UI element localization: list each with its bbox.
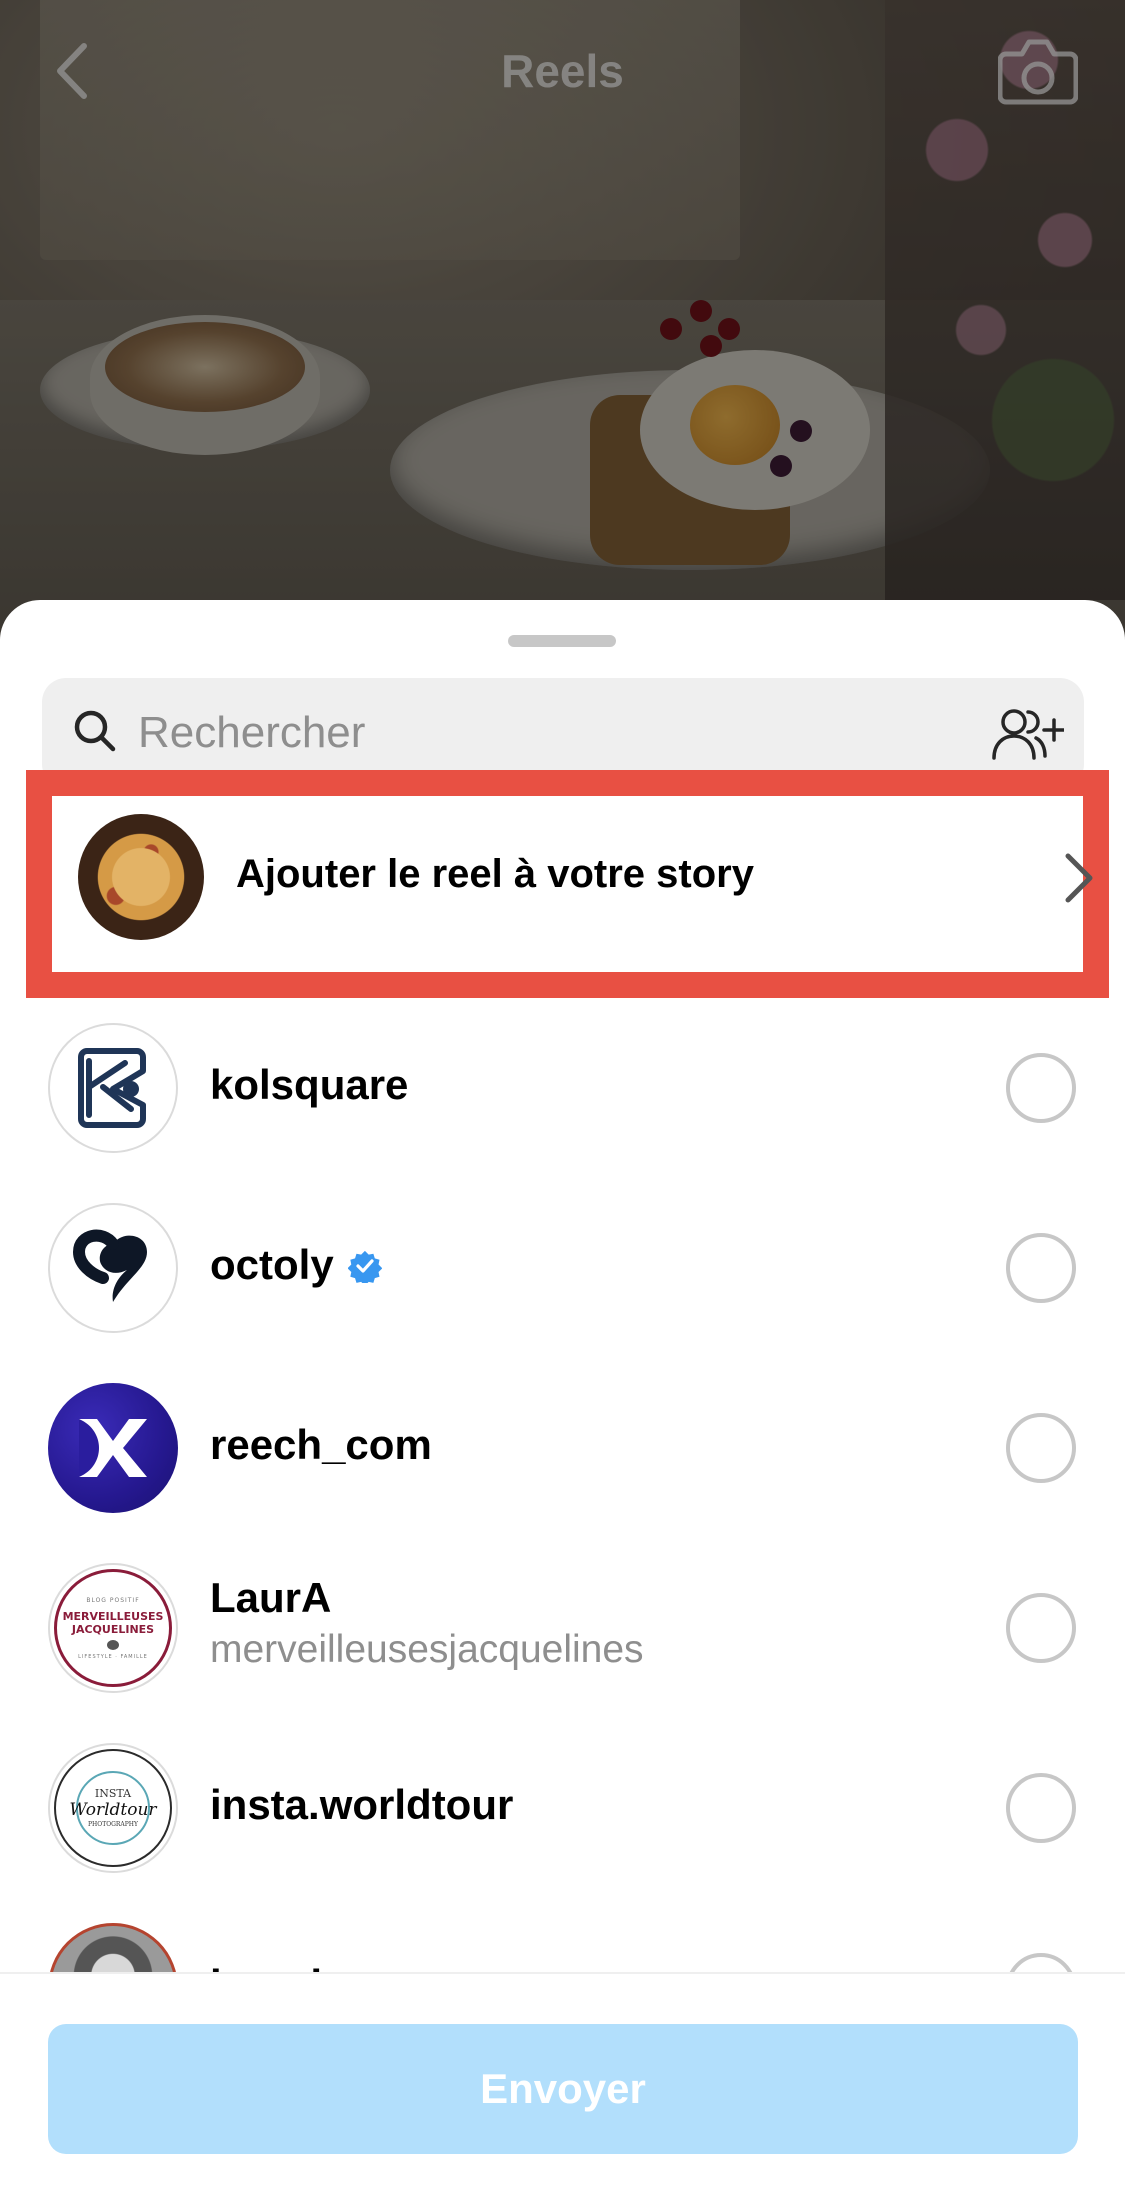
avatar-worldtour: INSTA Worldtour PHOTOGRAPHY: [48, 1743, 178, 1873]
contact-subtitle: merveilleusesjacquelines: [210, 1628, 644, 1671]
avatar-worldtour-line2: Worldtour: [69, 1799, 157, 1820]
send-button[interactable]: Envoyer: [48, 2024, 1078, 2154]
avatar-octoly: [48, 1203, 178, 1333]
contact-username-row: octoly: [210, 1241, 382, 1289]
verified-badge-icon: [347, 1250, 382, 1283]
avatar-laura-bottom: LIFESTYLE · FAMILLE: [78, 1653, 148, 1660]
reech-logo-icon: [79, 1419, 147, 1477]
camera-icon[interactable]: [998, 32, 1078, 108]
sheet-footer: Envoyer: [0, 1972, 1125, 2202]
select-radio[interactable]: [1006, 1593, 1076, 1663]
contact-row-octoly[interactable]: octoly: [0, 1178, 1125, 1358]
contact-username: reech_com: [210, 1421, 432, 1468]
select-radio[interactable]: [1006, 1053, 1076, 1123]
page-title: Reels: [501, 45, 624, 97]
avatar-worldtour-line3: PHOTOGRAPHY: [88, 1820, 138, 1828]
sheet-grabber[interactable]: [508, 635, 616, 647]
chevron-right-icon: [1065, 853, 1093, 903]
story-row-highlight: Ajouter le reel à votre story: [26, 770, 1109, 998]
avatar-laura-line2: JACQUELINES: [71, 1622, 155, 1636]
share-sheet: Ajouter le reel à votre story kolsquare: [0, 600, 1125, 2202]
top-bar: Reels: [0, 0, 1125, 150]
contact-username: LaurA: [210, 1574, 332, 1621]
avatar-reech: [48, 1383, 178, 1513]
avatar-laura: BLOG POSITIF MERVEILLEUSES JACQUELINES L…: [48, 1563, 178, 1693]
contact-username: octoly: [210, 1241, 334, 1288]
select-radio[interactable]: [1006, 1773, 1076, 1843]
search-icon: [74, 710, 116, 752]
add-to-story-row[interactable]: Ajouter le reel à votre story: [52, 796, 1093, 972]
avatar-worldtour-line1: INSTA: [94, 1786, 132, 1800]
pizza-thumbnail: [78, 814, 204, 940]
contact-row-worldtour[interactable]: INSTA Worldtour PHOTOGRAPHY insta.worldt…: [0, 1718, 1125, 1898]
avatar-kolsquare: [48, 1023, 178, 1153]
contact-row-reech[interactable]: reech_com: [0, 1358, 1125, 1538]
contact-row-kolsquare[interactable]: kolsquare: [0, 998, 1125, 1178]
add-to-story-label: Ajouter le reel à votre story: [236, 852, 754, 896]
contact-username: kolsquare: [210, 1061, 409, 1108]
avatar-laura-top: BLOG POSITIF: [86, 1596, 140, 1604]
octoly-logo-icon: [72, 1229, 147, 1302]
stones-icon: [107, 1639, 119, 1650]
avatar-laura-line1: MERVEILLEUSES: [62, 1609, 164, 1623]
contact-username: insta.worldtour: [210, 1781, 514, 1828]
select-radio[interactable]: [1006, 1233, 1076, 1303]
kolsquare-logo-icon: [78, 1048, 146, 1128]
select-radio[interactable]: [1006, 1413, 1076, 1483]
add-people-icon[interactable]: [990, 706, 1064, 762]
contact-row-laura[interactable]: BLOG POSITIF MERVEILLEUSES JACQUELINES L…: [0, 1538, 1125, 1718]
